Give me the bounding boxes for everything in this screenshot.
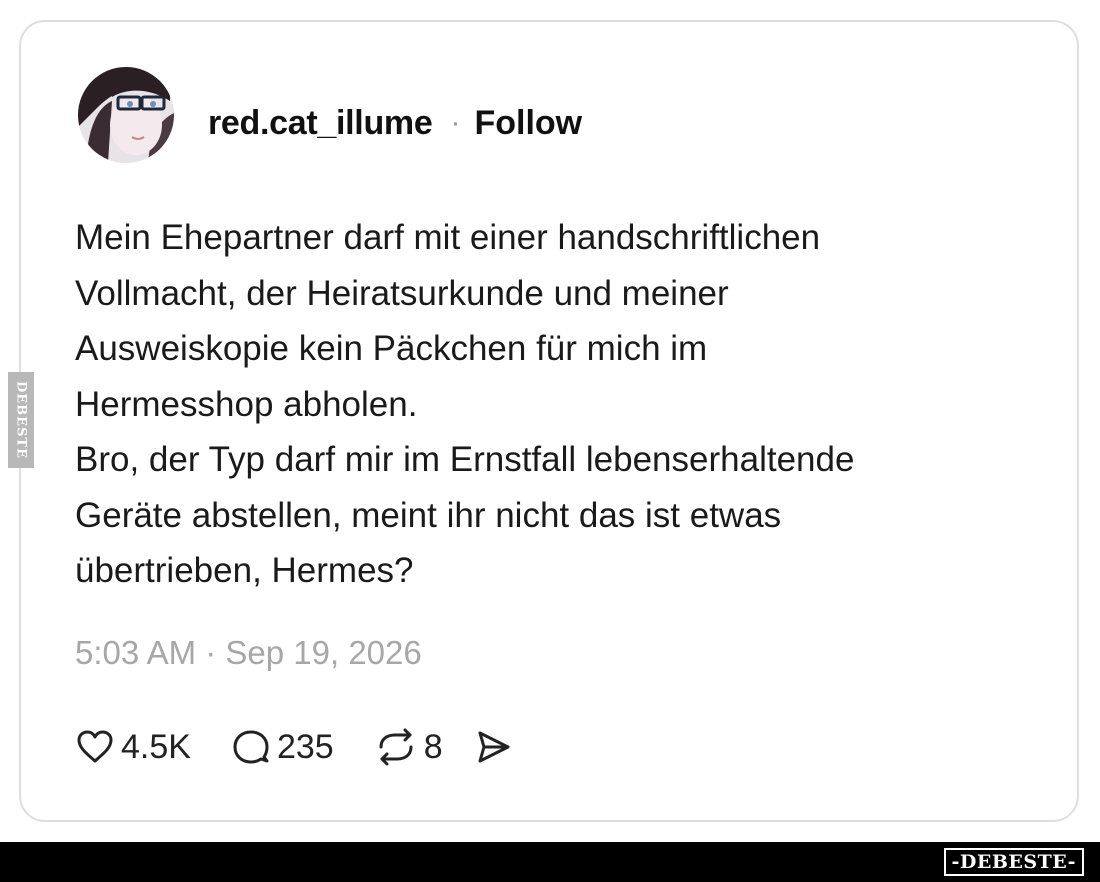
post-text-line: Vollmacht, der Heiratsurkunde und meiner <box>75 273 729 313</box>
post-text: Mein Ehepartner darf mit einer handschri… <box>75 210 1035 599</box>
like-count: 4.5K <box>121 727 191 766</box>
avatar[interactable] <box>78 67 174 163</box>
reply-count: 235 <box>276 727 334 766</box>
repost-button[interactable]: 8 <box>374 727 443 767</box>
repost-count: 8 <box>423 727 443 766</box>
heart-icon <box>77 730 113 763</box>
author-username[interactable]: red.cat_illume <box>208 104 433 143</box>
post-text-line: Bro, der Typ darf mir im Ernstfall leben… <box>75 440 855 479</box>
header-separator: · <box>450 106 461 139</box>
post-text-line: übertrieben, Hermes? <box>75 551 414 590</box>
post-header: red.cat_illume · Follow <box>208 102 582 144</box>
brand-logo: -DEBESTE- <box>943 848 1084 876</box>
share-button[interactable] <box>473 727 513 767</box>
reply-button[interactable]: 235 <box>231 727 334 767</box>
post-timestamp[interactable]: 5:03 AM · Sep 19, 2026 <box>75 634 422 672</box>
repost-icon <box>379 728 413 766</box>
avatar-illustration <box>78 67 174 163</box>
comment-bubble-icon <box>233 730 269 764</box>
side-watermark: DEBESTE <box>8 372 34 468</box>
post-text-line: Mein Ehepartner darf mit einer handschri… <box>75 218 821 257</box>
post-text-line: Ausweiskopie kein Päckchen für mich im <box>75 329 708 368</box>
follow-button[interactable]: Follow <box>474 104 582 143</box>
action-bar: 4.5K 235 8 <box>75 722 513 772</box>
footer-bar: -DEBESTE- <box>0 842 1100 882</box>
send-icon <box>478 731 510 763</box>
like-button[interactable]: 4.5K <box>75 727 191 767</box>
side-watermark-text: DEBESTE <box>13 380 29 460</box>
post-text-line: Hermesshop abholen. <box>75 384 418 424</box>
post-card: red.cat_illume · Follow Mein Ehepartner … <box>19 20 1079 822</box>
post-text-line: Geräte abstellen, meint ihr nicht das is… <box>75 495 782 535</box>
